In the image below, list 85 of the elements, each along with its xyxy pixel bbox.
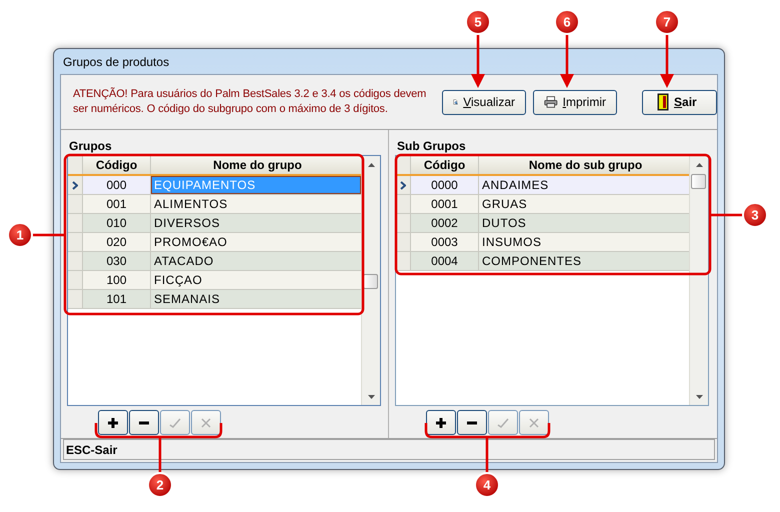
table-cell: SEMANAIS — [154, 292, 220, 306]
panel-title: Grupos — [69, 138, 112, 152]
table-row[interactable]: 100 FICÇAO — [68, 271, 361, 290]
exit-button[interactable]: Sair — [642, 90, 717, 114]
column-header[interactable]: Código — [96, 158, 138, 172]
preview-button[interactable]: Visualizar — [442, 90, 526, 114]
check-icon — [497, 418, 509, 428]
add-button[interactable] — [98, 410, 128, 435]
add-button[interactable] — [426, 410, 456, 435]
window-title: Grupos de produtos — [63, 54, 170, 68]
header-corner — [68, 156, 83, 174]
table-cell: INSUMOS — [482, 235, 542, 249]
leader-line — [32, 234, 64, 236]
table-cell: 010 — [106, 216, 127, 230]
table-cell: DUTOS — [482, 216, 526, 230]
callout-badge: 3 — [742, 202, 768, 228]
data-grid[interactable]: Código Nome do sub grupo 0000 ANDAIMES 0001 GRUAS 0002 DUTOS 0003 INSUMOS 0004 COMPONENTES — [395, 155, 709, 406]
row-pointer-icon — [400, 180, 406, 190]
leader-line — [711, 214, 743, 216]
table-cell: 100 — [106, 273, 127, 287]
table-cell: ATACADO — [154, 254, 214, 268]
callout-badge: 2 — [147, 472, 173, 498]
column-header[interactable]: Nome do grupo — [213, 158, 302, 172]
plus-icon — [108, 418, 118, 428]
data-grid[interactable]: Código Nome do grupo 000 EQUIPAMENTOS 001 ALIMENTOS 010 DIVERSOS 020 PROMO€AO 030 ATACADO 100 FICÇAO 101 SEMANAIS — [67, 155, 381, 406]
callout-badge: 6 — [554, 9, 580, 35]
door-icon — [657, 93, 669, 111]
callout-arrow — [560, 34, 574, 88]
table-row[interactable]: 101 SEMANAIS — [68, 290, 361, 309]
table-cell: DIVERSOS — [154, 216, 220, 230]
table-cell: 0003 — [431, 235, 458, 249]
table-cell: 0000 — [431, 178, 458, 192]
table-cell: COMPONENTES — [482, 254, 582, 268]
check-icon — [169, 418, 181, 428]
table-row[interactable]: 0004 COMPONENTES — [396, 252, 689, 271]
table-cell: PROMO€AO — [154, 235, 228, 249]
scroll-up-icon — [368, 162, 374, 166]
table-cell: 030 — [106, 254, 127, 268]
table-cell: FICÇAO — [154, 273, 202, 287]
column-header[interactable]: Nome do sub grupo — [528, 158, 642, 172]
callout-badge: 1 — [7, 222, 33, 248]
table-row[interactable]: 0003 INSUMOS — [396, 233, 689, 252]
scrollbar[interactable] — [689, 156, 708, 405]
table-row[interactable]: 030 ATACADO — [68, 252, 361, 271]
table-row[interactable]: 0002 DUTOS — [396, 214, 689, 233]
table-cell: 0004 — [431, 254, 458, 268]
callout-badge: 4 — [474, 472, 500, 498]
table-cell: 0002 — [431, 216, 458, 230]
callout-badge: 5 — [465, 9, 491, 35]
cross-icon — [529, 418, 539, 428]
table-cell: ANDAIMES — [482, 178, 549, 192]
table-row[interactable]: 010 DIVERSOS — [68, 214, 361, 233]
table-cell: 001 — [106, 197, 127, 211]
table-cell: ALIMENTOS — [154, 197, 228, 211]
plus-icon — [436, 418, 446, 428]
delete-button[interactable] — [457, 410, 487, 435]
scroll-down-icon — [368, 394, 374, 398]
warning-text: ATENÇÃO! Para usuários do Palm BestSales 3.2 e 3.4 os códigos devem ser numéricos. O código do subgrupo com o máximo de 3 dígitos. — [73, 87, 428, 117]
delete-button[interactable] — [129, 410, 159, 435]
table-cell: 0001 — [431, 197, 458, 211]
scroll-thumb[interactable] — [691, 174, 706, 189]
callout-arrow — [660, 34, 674, 88]
cross-icon — [201, 418, 211, 428]
table-row[interactable]: 0001 GRUAS — [396, 195, 689, 214]
callout-badge: 7 — [654, 9, 680, 35]
leader-line — [158, 438, 162, 473]
table-row[interactable]: 0000 ANDAIMES — [396, 176, 689, 195]
callout-arrow — [471, 34, 485, 88]
scroll-up-icon — [696, 162, 702, 166]
table-row[interactable]: 020 PROMO€AO — [68, 233, 361, 252]
print-button[interactable]: Imprimir — [533, 90, 617, 114]
table-cell: 101 — [106, 292, 127, 306]
table-row[interactable]: 001 ALIMENTOS — [68, 195, 361, 214]
scroll-down-icon — [696, 394, 702, 398]
row-pointer-icon — [72, 180, 78, 190]
column-header[interactable]: Código — [424, 158, 466, 172]
table-cell: GRUAS — [482, 197, 528, 211]
panel-title: Sub Grupos — [397, 138, 466, 152]
printer-icon — [544, 94, 558, 110]
leader-line — [486, 438, 488, 473]
table-row[interactable]: 000 EQUIPAMENTOS — [68, 176, 361, 195]
table-cell: 000 — [106, 178, 127, 192]
table-cell: 020 — [106, 235, 127, 249]
scrollbar[interactable] — [361, 156, 380, 405]
status-text: ESC-Sair — [66, 442, 118, 456]
